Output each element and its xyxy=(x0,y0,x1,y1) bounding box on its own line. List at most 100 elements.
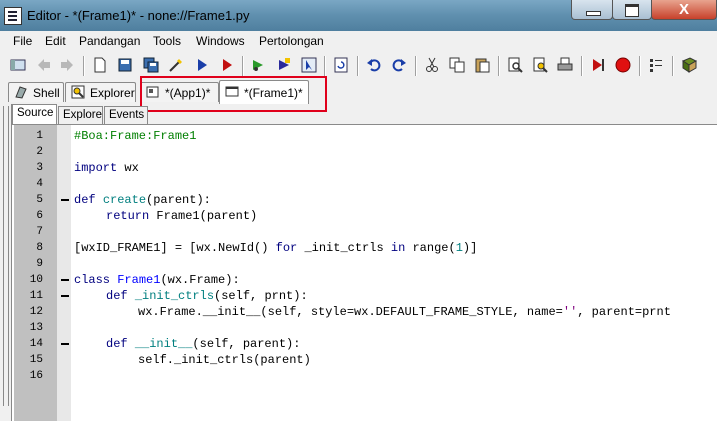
shell-icon xyxy=(15,86,27,99)
tab-explore[interactable]: Explore xyxy=(58,106,103,124)
code-line-14: def __init__(self, parent): xyxy=(106,337,301,351)
editor-line: 13 xyxy=(12,320,717,336)
toolbar-separator xyxy=(324,56,326,76)
debug-icon[interactable] xyxy=(219,57,235,73)
tab-explore-label: Explore xyxy=(63,109,102,121)
tab-explorer[interactable]: Explorer xyxy=(65,82,136,102)
code-line-11: def _init_ctrls(self, prnt): xyxy=(106,289,308,303)
menu-file[interactable]: File xyxy=(13,34,32,48)
fold-toggle-icon[interactable] xyxy=(61,279,69,281)
menu-edit[interactable]: Edit xyxy=(45,34,66,48)
editor-line: 7 xyxy=(12,224,717,240)
tab-events-label: Events xyxy=(109,109,145,121)
new-icon[interactable] xyxy=(92,57,108,73)
window-title: Editor - *(Frame1)* - none://Frame1.py xyxy=(27,8,250,23)
left-splitter[interactable] xyxy=(0,104,12,421)
cut-icon[interactable] xyxy=(424,57,440,73)
menu-tools[interactable]: Tools xyxy=(153,34,181,48)
close-icon: X xyxy=(678,1,689,18)
line-number: 15 xyxy=(29,354,43,366)
debug-module-icon[interactable] xyxy=(276,57,292,73)
redo-icon[interactable] xyxy=(391,57,407,73)
tab-source[interactable]: Source xyxy=(12,104,57,124)
edit-wand-icon[interactable] xyxy=(168,57,184,73)
fold-toggle-icon[interactable] xyxy=(61,199,69,201)
maximize-button[interactable] xyxy=(612,0,652,20)
toolbar-separator xyxy=(242,56,244,76)
code-line-5: def create(parent): xyxy=(74,193,211,207)
toolbar-separator xyxy=(581,56,583,76)
explorer-icon xyxy=(71,85,85,99)
line-number: 1 xyxy=(36,130,43,142)
toolbar xyxy=(0,52,717,80)
line-number: 6 xyxy=(36,210,43,222)
save-icon[interactable] xyxy=(117,57,133,73)
line-number: 9 xyxy=(36,258,43,270)
code-line-15: self._init_ctrls(parent) xyxy=(138,353,311,367)
line-number: 13 xyxy=(29,322,43,334)
minimize-button[interactable] xyxy=(571,0,613,20)
line-number: 8 xyxy=(36,242,43,254)
title-bar[interactable]: Editor - *(Frame1)* - none://Frame1.py X xyxy=(0,0,717,31)
tab-events[interactable]: Events xyxy=(104,106,148,124)
fold-toggle-icon[interactable] xyxy=(61,343,69,345)
tab-source-label: Source xyxy=(17,107,54,119)
code-line-10: class Frame1(wx.Frame): xyxy=(74,273,240,287)
toolbar-separator xyxy=(415,56,417,76)
undo-icon[interactable] xyxy=(366,57,382,73)
editor-line: 16 xyxy=(12,368,717,384)
editor-line: 4 xyxy=(12,176,717,192)
line-number: 5 xyxy=(36,194,43,206)
bookmark-icon[interactable] xyxy=(590,57,606,73)
line-number: 7 xyxy=(36,226,43,238)
line-number: 16 xyxy=(29,370,43,382)
menu-windows[interactable]: Windows xyxy=(196,34,245,48)
refresh-icon[interactable] xyxy=(333,57,349,73)
forward-icon[interactable] xyxy=(59,57,75,73)
toolbar-separator xyxy=(639,56,641,76)
save-all-icon[interactable] xyxy=(143,57,159,73)
toolbar-separator xyxy=(498,56,500,76)
editor-line: 9 xyxy=(12,256,717,272)
toolbar-separator xyxy=(672,56,674,76)
menu-pertolongan[interactable]: Pertolongan xyxy=(259,34,324,48)
print-icon[interactable] xyxy=(557,57,573,73)
code-line-8: [wxID_FRAME1] = [wx.NewId() for _init_ct… xyxy=(74,241,478,255)
toolbar-separator xyxy=(83,56,85,76)
breakpoint-icon[interactable] xyxy=(648,57,664,73)
menu-bar: File Edit Pandangan Tools Windows Pertol… xyxy=(0,31,717,51)
run-module-icon[interactable] xyxy=(250,57,266,73)
document-tabs: Shell Explorer *(App1)* *(Frame1)* xyxy=(0,80,717,104)
find-replace-icon[interactable] xyxy=(532,57,548,73)
select-icon[interactable] xyxy=(301,57,317,73)
code-line-1: #Boa:Frame:Frame1 xyxy=(74,129,197,143)
toolbar-separator xyxy=(357,56,359,76)
code-line-6: return Frame1(parent) xyxy=(106,209,258,223)
code-line-12: wx.Frame.__init__(self, style=wx.DEFAULT… xyxy=(138,305,671,319)
code-editor[interactable]: 1 2 3 4 5 6 7 8 9 10 11 12 13 14 15 16 #Boa:Frame:Frame… xyxy=(12,124,717,421)
line-number: 12 xyxy=(29,306,43,318)
menu-pandangan[interactable]: Pandangan xyxy=(79,34,140,48)
line-number: 11 xyxy=(29,290,43,302)
tab-shell[interactable]: Shell xyxy=(8,82,64,102)
line-number: 2 xyxy=(36,146,43,158)
run-icon[interactable] xyxy=(194,57,210,73)
app-icon[interactable] xyxy=(4,7,22,25)
help-icon[interactable] xyxy=(681,57,697,73)
copy-icon[interactable] xyxy=(449,57,465,73)
editor-line: 2 xyxy=(12,144,717,160)
stop-icon[interactable] xyxy=(615,57,631,73)
paste-icon[interactable] xyxy=(474,57,490,73)
tab-shell-label: Shell xyxy=(33,86,60,100)
new-panel-icon[interactable] xyxy=(10,57,26,73)
line-number: 4 xyxy=(36,178,43,190)
find-icon[interactable] xyxy=(507,57,523,73)
fold-toggle-icon[interactable] xyxy=(61,295,69,297)
back-icon[interactable] xyxy=(36,57,52,73)
close-button[interactable]: X xyxy=(651,0,717,20)
tab-explorer-label: Explorer xyxy=(90,86,135,100)
line-number: 14 xyxy=(29,338,43,350)
code-line-3: import wx xyxy=(74,161,139,175)
line-number: 3 xyxy=(36,162,43,174)
line-number: 10 xyxy=(29,274,43,286)
